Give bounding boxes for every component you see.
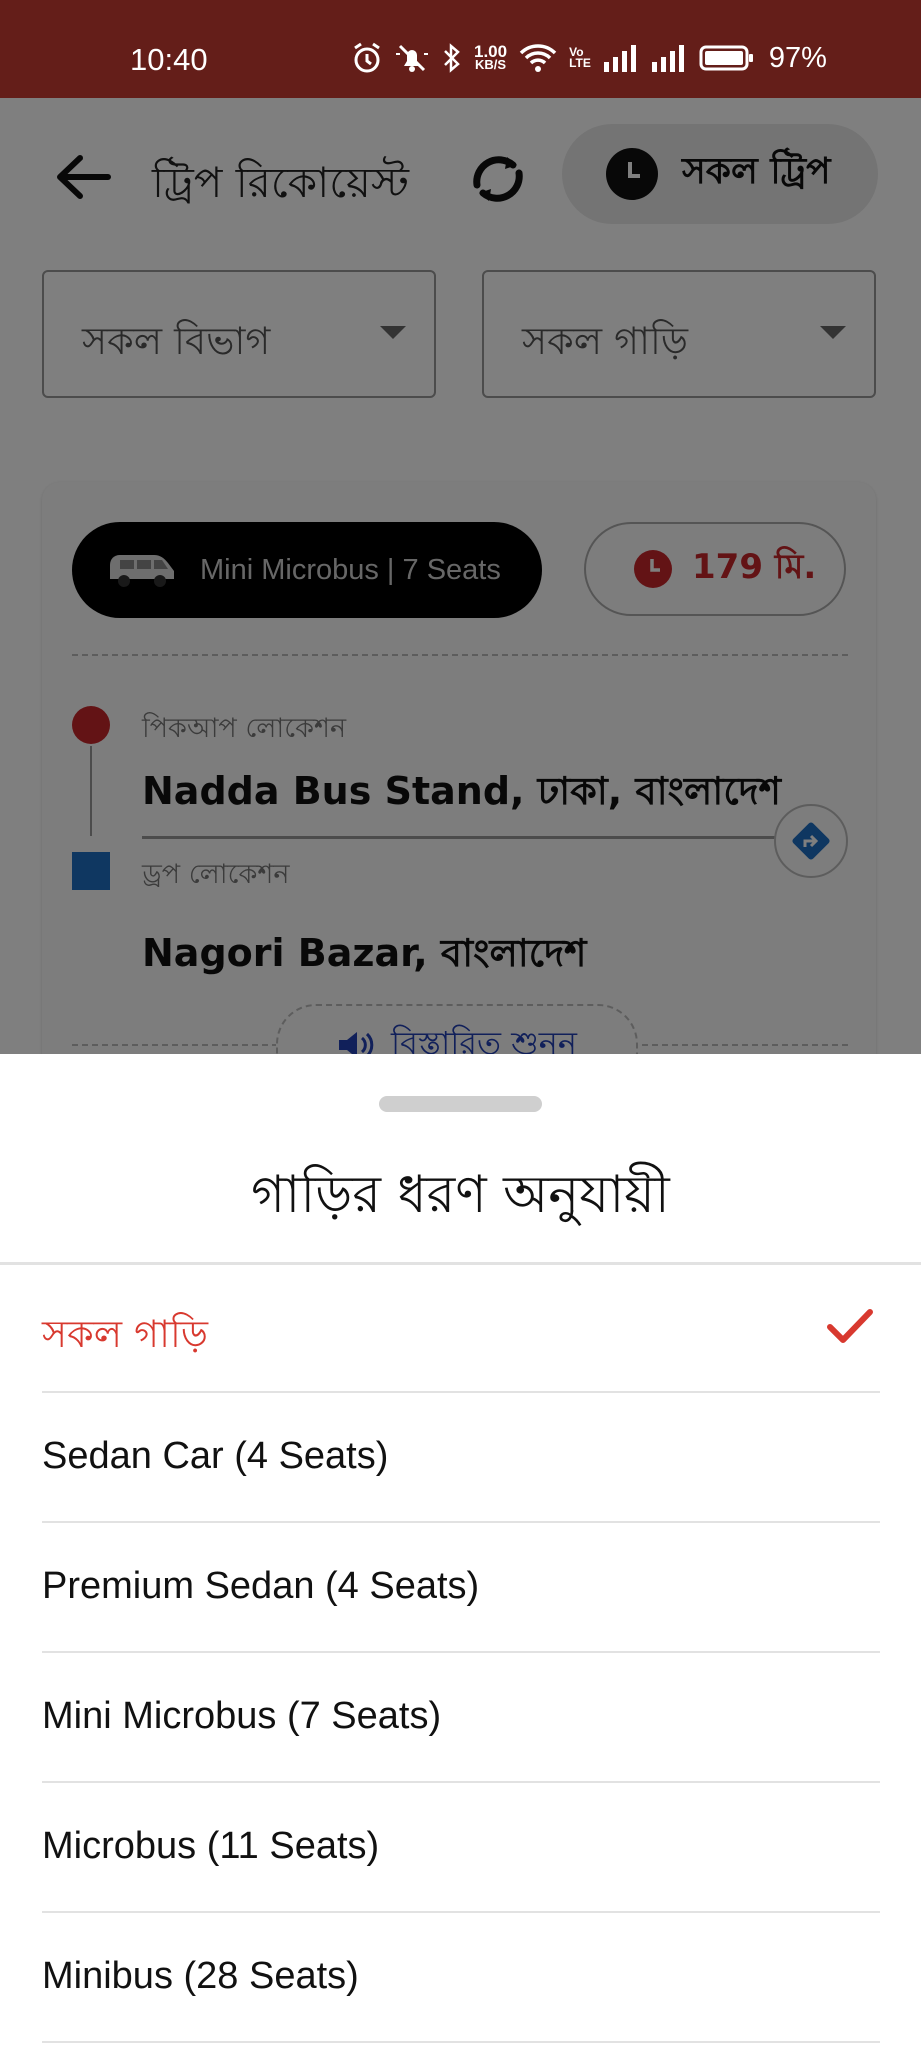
drag-handle[interactable] xyxy=(379,1096,542,1112)
wifi-icon xyxy=(519,44,557,72)
option-premium-sedan[interactable]: Premium Sedan (4 Seats) xyxy=(42,1525,880,1653)
option-minibus[interactable]: Minibus (28 Seats) xyxy=(42,1915,880,2043)
option-label: Microbus (11 Seats) xyxy=(42,1825,380,1867)
option-label: Sedan Car (4 Seats) xyxy=(42,1435,389,1477)
battery-percent: 97% xyxy=(768,41,827,74)
option-mini-microbus[interactable]: Mini Microbus (7 Seats) xyxy=(42,1655,880,1783)
option-microbus[interactable]: Microbus (11 Seats) xyxy=(42,1785,880,1913)
option-label: Premium Sedan (4 Seats) xyxy=(42,1565,480,1607)
bluetooth-icon xyxy=(444,43,460,73)
option-sedan-car[interactable]: Sedan Car (4 Seats) xyxy=(42,1395,880,1523)
check-icon xyxy=(827,1309,873,1343)
net-speed: 1.00 KB/S xyxy=(474,43,507,72)
signal-icon-2 xyxy=(651,45,684,72)
volte-bottom: LTE xyxy=(569,56,591,70)
option-label: সকল গাড়ি xyxy=(42,1312,209,1356)
vehicle-type-sheet: গাড়ির ধরণ অনুযায়ী সকল গাড়ি Sedan Car … xyxy=(0,1054,921,2048)
alarm-icon xyxy=(354,42,380,73)
mute-icon xyxy=(396,44,428,72)
option-label: Mini Microbus (7 Seats) xyxy=(42,1695,442,1737)
status-time: 10:40 xyxy=(130,42,208,77)
status-icons: 1.00 KB/S Vo LTE 97% xyxy=(352,38,827,78)
modal-scrim[interactable] xyxy=(0,98,921,1054)
option-all-vehicles[interactable]: সকল গাড়ি xyxy=(42,1265,880,1393)
signal-icon-1 xyxy=(603,45,636,72)
sheet-title: গাড়ির ধরণ অনুযায়ী xyxy=(251,1165,670,1225)
option-label: Minibus (28 Seats) xyxy=(42,1955,359,1997)
battery-icon xyxy=(699,45,753,71)
net-speed-unit: KB/S xyxy=(475,57,507,72)
volte-indicator: Vo LTE xyxy=(569,46,591,70)
status-bar: 10:40 1.00 KB/S Vo LTE 97% xyxy=(0,0,921,98)
